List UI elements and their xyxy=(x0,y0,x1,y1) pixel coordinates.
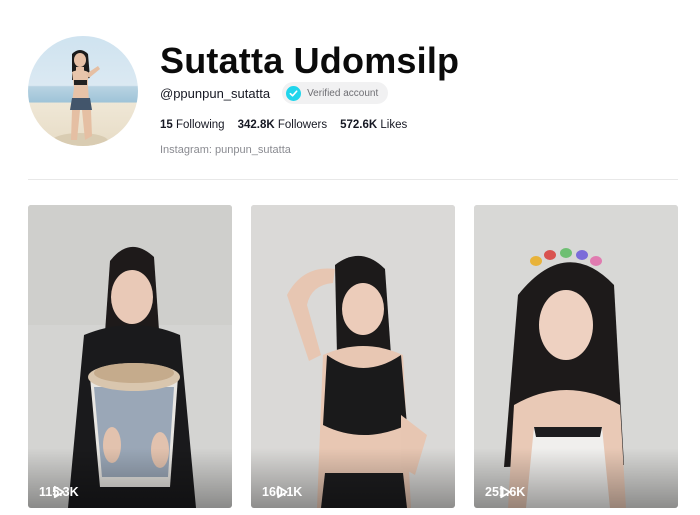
view-count: 160.1K xyxy=(262,485,302,499)
stat-value: 15 xyxy=(160,119,173,131)
video-card[interactable]: 251.6K xyxy=(474,205,678,508)
thumbnail-shade xyxy=(251,448,455,508)
thumbnail-shade xyxy=(474,448,678,508)
video-card[interactable]: 115.3K xyxy=(28,205,232,508)
view-count: 251.6K xyxy=(485,485,525,499)
play-icon xyxy=(53,485,65,499)
stat-label: Likes xyxy=(380,119,408,131)
profile-header: Sutatta Udomsilp @ppunpun_sutatta Verifi… xyxy=(0,0,700,180)
stat-following[interactable]: 15 Following xyxy=(160,119,225,131)
divider xyxy=(28,179,678,180)
handle-row: @ppunpun_sutatta Verified account xyxy=(160,82,389,104)
display-name: Sutatta Udomsilp xyxy=(160,40,460,81)
profile-bio: Instagram: punpun_sutatta xyxy=(160,144,291,156)
view-count: 115.3K xyxy=(39,485,79,499)
checkmark-icon xyxy=(286,85,302,101)
stat-value: 342.8K xyxy=(237,119,275,131)
thumbnail-shade xyxy=(28,448,232,508)
avatar[interactable] xyxy=(28,36,138,146)
stat-likes: 572.6K Likes xyxy=(340,119,407,131)
username: @ppunpun_sutatta xyxy=(160,85,271,101)
stat-label: Followers xyxy=(277,119,328,131)
video-card[interactable]: 160.1K xyxy=(251,205,455,508)
profile-stats: 15 Following 342.8K Followers 572.6K Lik… xyxy=(160,119,420,131)
video-grid: 115.3K 160.1K 251.6K xyxy=(28,205,678,508)
stat-value: 572.6K xyxy=(340,119,378,131)
avatar-photo xyxy=(52,50,108,146)
verified-badge: Verified account xyxy=(282,82,389,104)
play-icon xyxy=(500,485,511,499)
stat-followers[interactable]: 342.8K Followers xyxy=(238,119,328,131)
stat-label: Following xyxy=(176,119,225,131)
play-icon xyxy=(277,485,288,499)
verified-label: Verified account xyxy=(307,87,379,99)
